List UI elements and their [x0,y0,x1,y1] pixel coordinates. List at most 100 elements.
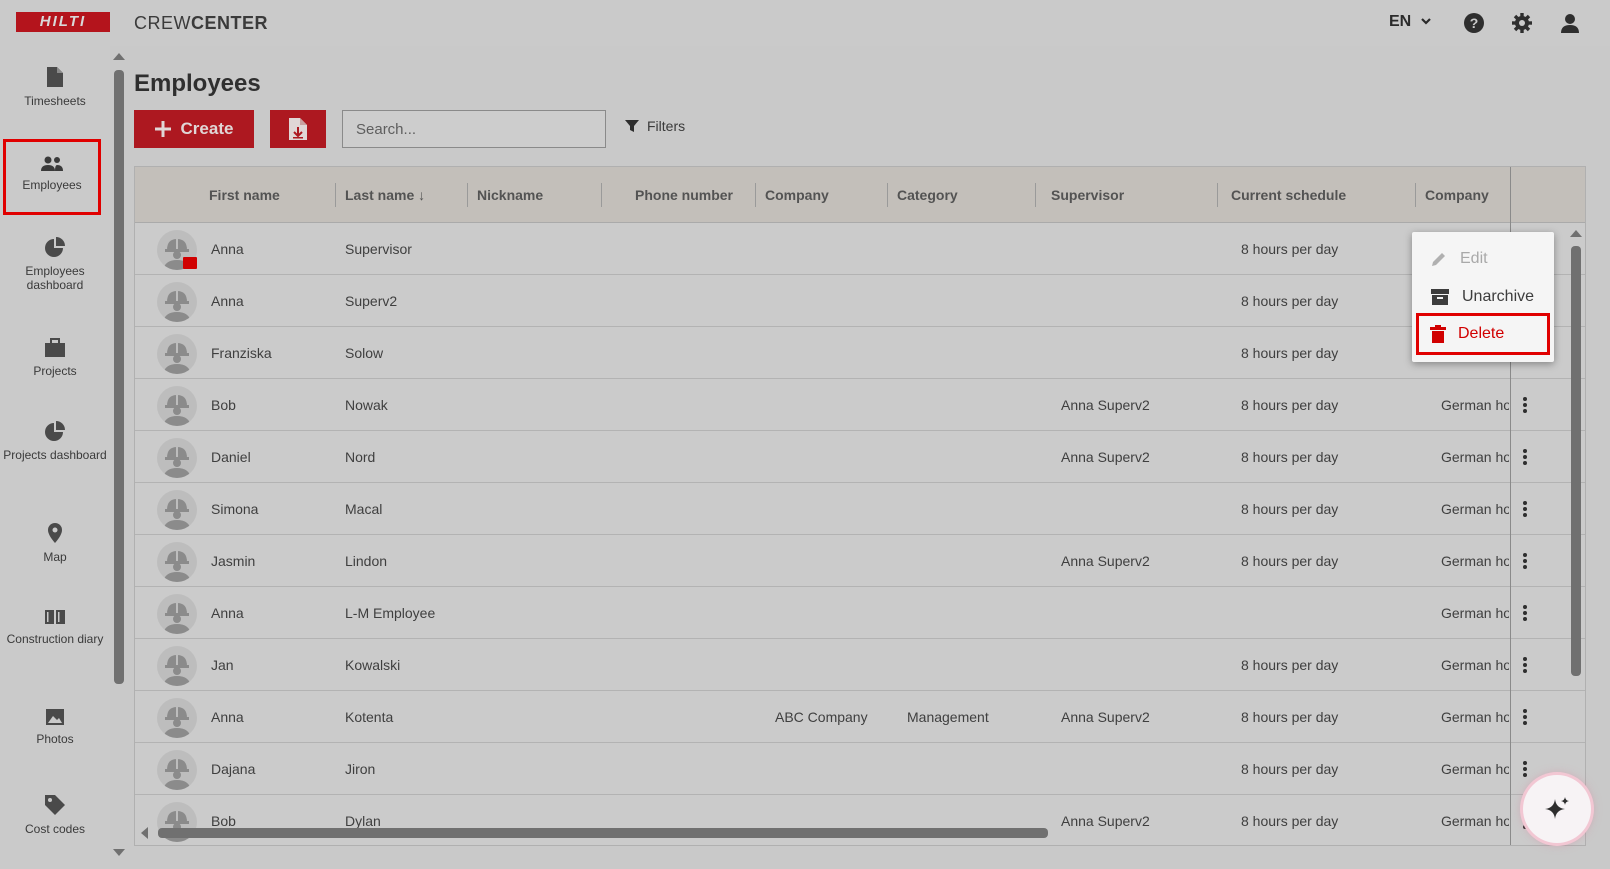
create-button[interactable]: Create [134,110,254,148]
column-header-category[interactable]: Category [897,167,958,223]
create-button-label: Create [180,119,234,138]
sidebar-item-projects-dashboard[interactable]: Projects dashboard [0,420,110,462]
cell-schedule: 8 hours per day [1241,813,1339,829]
chevron-down-icon [1420,18,1431,25]
table-row[interactable]: Simona Macal 8 hours per day German ho [135,483,1585,535]
column-header-supervisor[interactable]: Supervisor [1051,167,1124,223]
ai-assistant-button[interactable] [1523,775,1591,843]
help-icon[interactable]: ? [1463,12,1485,34]
cell-last: Nowak [345,397,388,413]
table-scroll-up-arrow[interactable] [1570,230,1582,237]
column-separator[interactable] [467,183,468,207]
cell-first: Bob [211,813,236,829]
menu-item-edit[interactable]: Edit [1412,241,1554,277]
column-header-current-schedule[interactable]: Current schedule [1231,167,1346,223]
column-separator[interactable] [1217,183,1218,207]
table-row[interactable]: Anna Kotenta ABC Company Management Anna Sup… [135,691,1585,743]
table-row[interactable]: Dajana Jiron 8 hours per day German ho [135,743,1585,795]
filters-button[interactable]: Filters [625,118,685,134]
column-header-nickname[interactable]: Nickname [477,167,543,223]
sidebar-item-employees[interactable]: Employees [3,139,101,215]
table-scroll-left-arrow[interactable] [141,827,148,839]
language-selector[interactable]: EN [1389,13,1432,31]
column-header-first-name[interactable]: First name [209,167,280,223]
table-row[interactable]: Jasmin Lindon Anna Superv2 8 hours per day G… [135,535,1585,587]
column-separator[interactable] [601,183,602,207]
column-header-phone-number[interactable]: Phone number [635,167,733,223]
cell-first: Anna [211,709,244,725]
cell-schedule: 8 hours per day [1241,293,1339,309]
avatar [157,542,197,582]
cell-supervisor: Anna Superv2 [1061,709,1150,725]
sidebar-scroll-up-arrow[interactable] [113,53,125,60]
table-row[interactable]: Anna Superv2 8 hours per day [135,275,1585,327]
sidebar-item-employees-dashboard[interactable]: Employees dashboard [0,236,110,292]
export-button[interactable] [270,110,326,148]
sidebar-item-projects[interactable]: Projects [0,338,110,378]
cell-last: Nord [345,449,376,465]
document-icon [47,67,63,87]
sidebar-item-photos[interactable]: Photos [0,708,110,746]
cell-schedule: 8 hours per day [1241,761,1339,777]
column-header-company[interactable]: Company [765,167,829,223]
sidebar-item-label: Projects [33,364,77,378]
row-actions-more-icon[interactable] [1523,449,1527,465]
cell-last: Superv2 [345,293,398,309]
column-separator[interactable] [1415,183,1416,207]
table-row[interactable]: Bob Nowak Anna Superv2 8 hours per day Germa… [135,379,1585,431]
menu-item-label: Unarchive [1462,288,1535,305]
menu-item-unarchive[interactable]: Unarchive [1412,279,1554,315]
row-actions-more-icon[interactable] [1523,501,1527,517]
row-actions-more-icon[interactable] [1523,657,1527,673]
column-separator[interactable] [1035,183,1036,207]
table-row[interactable]: Anna Supervisor 8 hours per day [135,223,1585,275]
table-horizontal-scrollbar[interactable] [158,828,1048,838]
cell-first: Anna [211,293,244,309]
cell-supervisor: Anna Superv2 [1061,449,1150,465]
menu-item-delete[interactable]: Delete [1416,313,1550,355]
cell-first: Simona [211,501,259,517]
row-actions-more-icon[interactable] [1523,553,1527,569]
column-separator[interactable] [887,183,888,207]
hilti-logo[interactable]: HILTI [16,12,110,32]
file-download-icon [289,118,307,140]
user-icon[interactable] [1559,12,1581,34]
table-vertical-scrollbar[interactable] [1571,246,1581,676]
avatar [157,334,197,374]
sidebar-scrollbar[interactable] [114,70,124,684]
cell-first: Anna [211,241,244,257]
column-header-last-name[interactable]: Last name ↓ [345,167,425,223]
worker-avatar-icon [163,549,191,582]
worker-avatar-icon [163,653,191,686]
cell-schedule: 8 hours per day [1241,501,1339,517]
gear-icon[interactable] [1511,12,1533,34]
sidebar-item-label: Employees dashboard [25,264,85,292]
row-context-menu: Edit Unarchive Delete [1412,232,1554,362]
search-input[interactable] [342,110,606,148]
book-icon [45,610,65,624]
row-actions-more-icon[interactable] [1523,709,1527,725]
sidebar-item-timesheets[interactable]: Timesheets [0,66,110,108]
worker-avatar-icon [163,393,191,426]
column-separator[interactable] [755,183,756,207]
table-row[interactable]: Jan Kowalski 8 hours per day German ho [135,639,1585,691]
column-header-company-2[interactable]: Company [1425,167,1509,223]
row-actions-more-icon[interactable] [1523,605,1527,621]
worker-avatar-icon [163,705,191,738]
row-actions-more-icon[interactable] [1523,761,1527,777]
table-row[interactable]: Bob Dylan Anna Superv2 8 hours per day Germa… [135,795,1585,845]
sidebar-scroll-down-arrow[interactable] [113,849,125,856]
row-actions-more-icon[interactable] [1523,397,1527,413]
cell-last: Macal [345,501,383,517]
table-row[interactable]: Franziska Solow 8 hours per day [135,327,1585,379]
column-separator[interactable] [335,183,336,207]
sidebar-item-construction-diary[interactable]: Construction diary [0,608,110,646]
cell-company2: German ho [1441,501,1509,517]
table-row[interactable]: Daniel Nord Anna Superv2 8 hours per day Ger… [135,431,1585,483]
sidebar-item-cost-codes[interactable]: Cost codes [0,794,110,836]
cell-company2: German ho [1441,449,1509,465]
cell-schedule: 8 hours per day [1241,553,1339,569]
table-row[interactable]: Anna L-M Employee German ho [135,587,1585,639]
sidebar-item-map[interactable]: Map [0,522,110,564]
avatar [157,646,197,686]
